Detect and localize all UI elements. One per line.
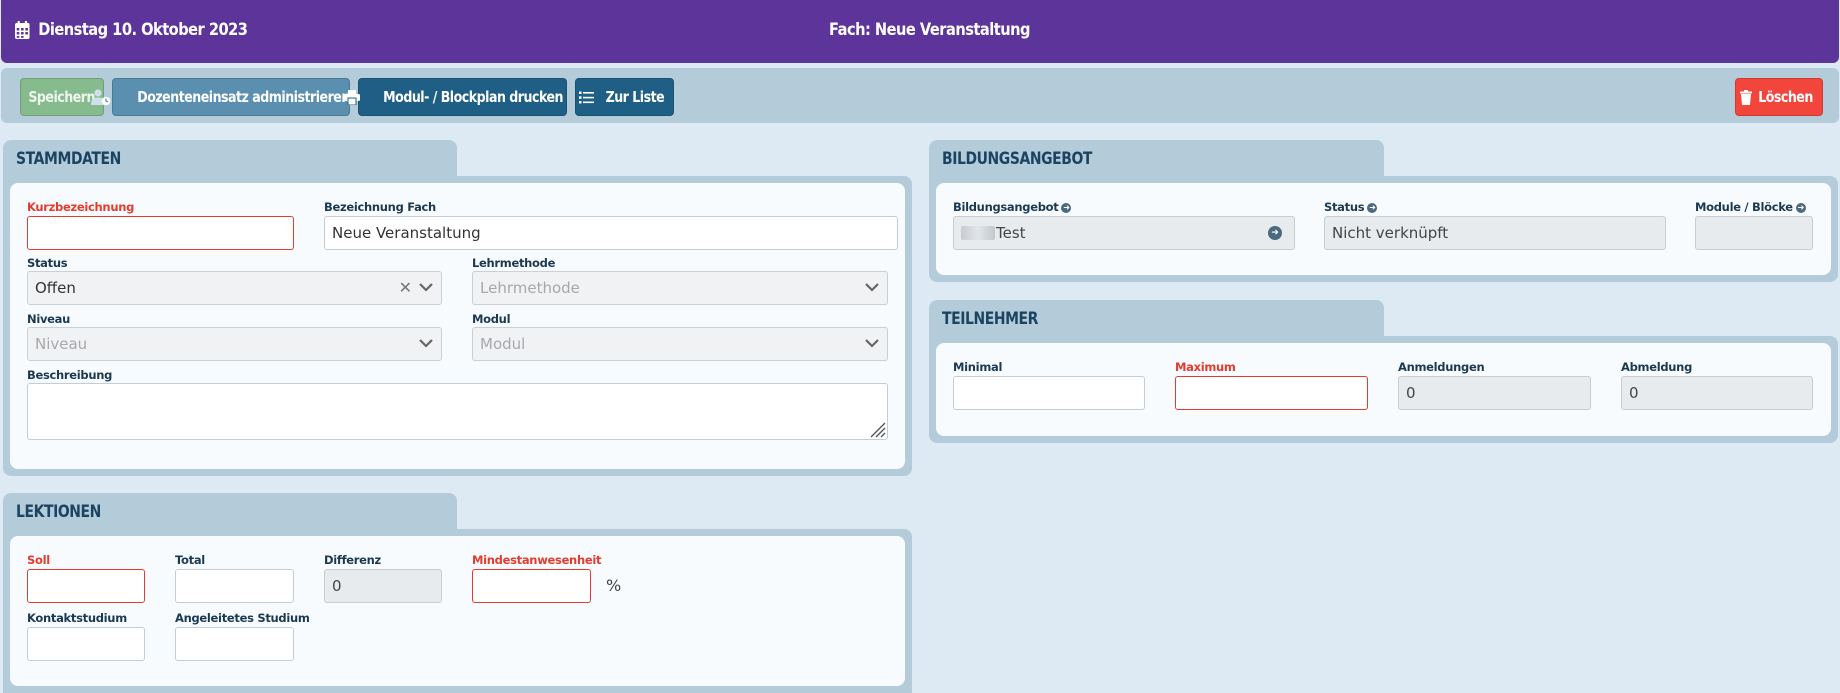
anmeldungen-input: 0 [1398,376,1591,410]
status-select[interactable]: Offen ✕ [27,271,442,305]
dozenteneinsatz-button-label: Dozenteneinsatz administrieren [137,88,351,106]
percent-sign: % [606,576,622,595]
differenz-label: Differenz [324,553,381,567]
mindestanwesenheit-input[interactable] [472,569,591,603]
back-to-list-button-label: Zur Liste [605,88,665,106]
bildungsangebot-heading: BILDUNGSANGEBOT [942,149,1092,169]
clear-icon[interactable]: ✕ [399,278,412,297]
kurzbezeichnung-label: Kurzbezeichnung [27,200,135,214]
stammdaten-panel: STAMMDATEN Kurzbezeichnung Bezeichnung F… [3,140,912,476]
chevron-down-icon [865,339,879,348]
total-input[interactable] [175,569,294,603]
chevron-down-icon [419,339,433,348]
angeleitetes-studium-input[interactable] [175,627,294,661]
teilnehmer-panel: TEILNEHMER Minimal Maximum Anmeldungen 0… [929,300,1838,443]
lektionen-inner: Soll Total Differenz 0 Mindestanwesenhei… [10,536,905,686]
teilnehmer-inner: Minimal Maximum Anmeldungen 0 Abmeldung … [936,343,1831,436]
user-clock-icon [91,89,111,105]
beschreibung-textarea[interactable] [27,383,888,440]
bezeichnung-fach-label: Bezeichnung Fach [324,200,436,214]
resize-grip-icon[interactable] [868,420,886,438]
status-select-value: Offen [35,279,76,297]
kurzbezeichnung-input[interactable] [27,216,294,250]
lehrmethode-label: Lehrmethode [472,256,556,270]
abmeldung-input: 0 [1621,376,1813,410]
maximum-label: Maximum [1175,360,1236,374]
chevron-down-icon [865,283,879,292]
bildungsangebot-label: Bildungsangebot ➜ [953,200,1072,214]
minimal-input[interactable] [953,376,1145,410]
abmeldung-label: Abmeldung [1621,360,1692,374]
top-header-bar: Dienstag 10. Oktober 2023 Fach: Neue Ver… [1,0,1839,63]
lektionen-panel: LEKTIONEN Soll Total Differenz 0 Mindest… [3,493,912,693]
modul-placeholder: Modul [480,335,526,353]
beschreibung-label: Beschreibung [27,368,113,382]
bildungsangebot-body: Bildungsangebot ➜ Test ➜ Status ➜ Nicht ve… [929,176,1838,282]
dozenteneinsatz-button[interactable]: Dozenteneinsatz administrieren [91,78,351,116]
page-title: Fach: Neue Veranstaltung [829,20,1030,40]
chevron-down-icon [419,283,433,292]
ba-status-label-text: Status [1324,200,1365,214]
anmeldungen-label: Anmeldungen [1398,360,1485,374]
lektionen-body: Soll Total Differenz 0 Mindestanwesenhei… [3,529,912,693]
maximum-input[interactable] [1175,376,1368,410]
soll-input[interactable] [27,569,145,603]
angeleitetes-studium-label: Angeleitetes Studium [175,611,310,625]
arrow-circle-icon[interactable]: ➜ [1367,202,1378,213]
print-icon [344,89,361,105]
print-plan-button-label: Modul- / Blockplan drucken [383,88,564,106]
lehrmethode-placeholder: Lehrmethode [480,279,580,297]
soll-label: Soll [27,553,50,567]
delete-button[interactable]: Löschen [1735,78,1823,116]
stammdaten-body: Kurzbezeichnung Bezeichnung Fach Neue Ve… [3,176,912,476]
niveau-select[interactable]: Niveau [27,327,442,361]
bildungsangebot-label-text: Bildungsangebot [953,200,1059,214]
differenz-input: 0 [324,569,442,603]
arrow-circle-icon[interactable]: ➜ [1795,202,1806,213]
module-bloecke-input [1695,216,1813,250]
ba-status-label: Status ➜ [1324,200,1378,214]
lehrmethode-select[interactable]: Lehrmethode [472,271,888,305]
bildungsangebot-value: Test [996,224,1026,242]
stammdaten-heading: STAMMDATEN [16,149,121,169]
bildungsangebot-inner: Bildungsangebot ➜ Test ➜ Status ➜ Nicht ve… [936,183,1831,275]
arrow-circle-icon[interactable]: ➜ [1061,202,1072,213]
modul-label: Modul [472,312,511,326]
kontaktstudium-label: Kontaktstudium [27,611,127,625]
action-toolbar: Speichern Dozenteneinsatz administrieren… [1,68,1839,123]
total-label: Total [175,553,205,567]
delete-button-label: Löschen [1758,88,1813,106]
ba-status-input: Nicht verknüpft [1324,216,1666,250]
calendar-icon [15,21,30,39]
teilnehmer-heading: TEILNEHMER [942,309,1038,329]
bildungsangebot-input: Test ➜ [953,216,1295,250]
current-date: Dienstag 10. Oktober 2023 [15,20,248,40]
lektionen-heading: LEKTIONEN [16,502,101,522]
minimal-label: Minimal [953,360,1003,374]
mindestanwesenheit-label: Mindestanwesenheit [472,553,602,567]
niveau-label: Niveau [27,312,71,326]
stammdaten-inner: Kurzbezeichnung Bezeichnung Fach Neue Ve… [10,183,905,469]
back-to-list-button[interactable]: Zur Liste [575,78,674,116]
niveau-placeholder: Niveau [35,335,88,353]
module-bloecke-label-text: Module / Blöcke [1695,200,1793,214]
print-plan-button[interactable]: Modul- / Blockplan drucken [344,78,567,116]
redacted-text [961,226,995,240]
trash-icon [1739,89,1752,105]
arrow-circle-icon[interactable]: ➜ [1268,226,1282,240]
kontaktstudium-input[interactable] [27,627,145,661]
bildungsangebot-panel: BILDUNGSANGEBOT Bildungsangebot ➜ Test ➜ … [929,140,1838,282]
status-label: Status [27,256,68,270]
modul-select[interactable]: Modul [472,327,888,361]
teilnehmer-body: Minimal Maximum Anmeldungen 0 Abmeldung … [929,336,1838,443]
module-bloecke-label: Module / Blöcke ➜ [1695,200,1806,214]
list-icon [579,91,595,103]
bezeichnung-fach-input[interactable]: Neue Veranstaltung [324,216,898,250]
save-button-label: Speichern [28,88,96,106]
date-text: Dienstag 10. Oktober 2023 [38,20,248,40]
